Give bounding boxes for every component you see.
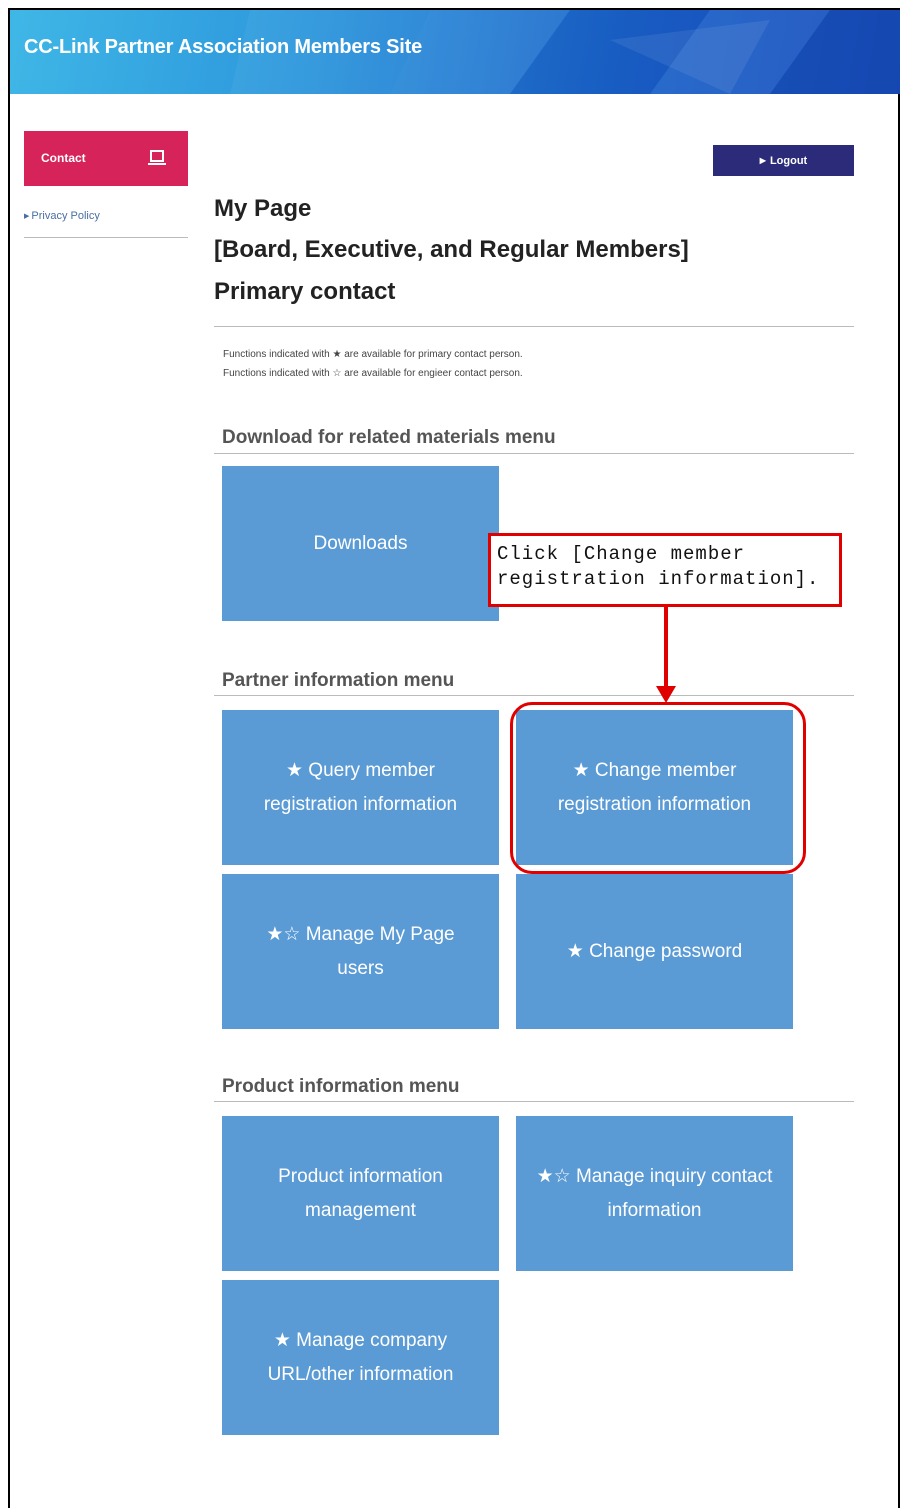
annotation-arrow-shaft bbox=[664, 607, 668, 691]
section-divider bbox=[214, 453, 854, 454]
section-divider bbox=[214, 1101, 854, 1102]
page-subtitle-contact: Primary contact bbox=[214, 278, 396, 305]
manage-company-url-tile[interactable]: ★ Manage company URL/other information bbox=[222, 1280, 499, 1435]
contact-label: Contact bbox=[41, 151, 86, 165]
section-divider bbox=[214, 695, 854, 696]
note-engineer-contact: Functions indicated with ☆ are available… bbox=[223, 368, 523, 379]
title-divider bbox=[214, 326, 854, 327]
page-subtitle-members: [Board, Executive, and Regular Members] bbox=[214, 236, 689, 263]
highlight-box bbox=[510, 702, 806, 874]
logout-button[interactable]: ▶ Logout bbox=[713, 145, 854, 176]
downloads-tile[interactable]: Downloads bbox=[222, 466, 499, 621]
section-title-product: Product information menu bbox=[222, 1076, 460, 1097]
site-title[interactable]: CC-Link Partner Association Members Site bbox=[24, 36, 422, 59]
change-password-tile[interactable]: ★ Change password bbox=[516, 874, 793, 1029]
privacy-policy-link[interactable]: ▶ Privacy Policy bbox=[24, 210, 188, 238]
manage-mypage-users-tile[interactable]: ★☆ Manage My Page users bbox=[222, 874, 499, 1029]
logout-label: Logout bbox=[769, 154, 808, 167]
product-info-management-tile[interactable]: Product information management bbox=[222, 1116, 499, 1271]
instruction-callout: Click [Change member registration inform… bbox=[488, 533, 842, 607]
arrow-right-icon: ▶ bbox=[24, 213, 30, 220]
arrow-right-icon: ▶ bbox=[759, 156, 766, 165]
manage-inquiry-contact-tile[interactable]: ★☆ Manage inquiry contact information bbox=[516, 1116, 793, 1271]
site-header: CC-Link Partner Association Members Site bbox=[10, 10, 900, 94]
section-title-partner: Partner information menu bbox=[222, 670, 455, 691]
section-title-download: Download for related materials menu bbox=[222, 427, 556, 448]
contact-button[interactable]: Contact bbox=[24, 131, 188, 186]
instruction-text: Click [Change member registration inform… bbox=[497, 543, 820, 590]
arrow-down-icon bbox=[656, 686, 676, 703]
page-title: My Page bbox=[214, 195, 312, 222]
laptop-icon bbox=[148, 150, 166, 165]
query-member-info-tile[interactable]: ★ Query member registration information bbox=[222, 710, 499, 865]
note-primary-contact: Functions indicated with ★ are available… bbox=[223, 349, 523, 360]
privacy-policy-label: Privacy Policy bbox=[31, 210, 100, 222]
